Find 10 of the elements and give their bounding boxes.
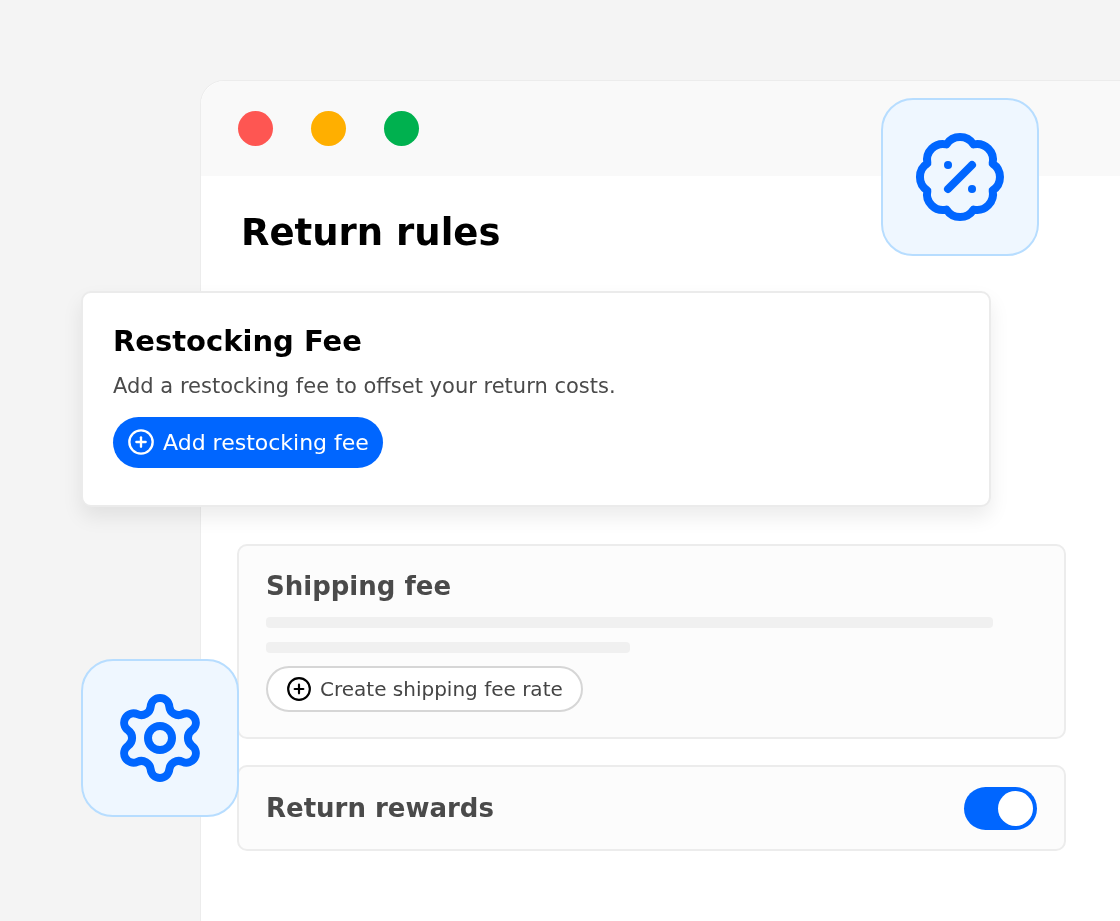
- plus-circle-icon: [127, 428, 155, 457]
- page-title: Return rules: [241, 211, 501, 254]
- add-restocking-fee-button[interactable]: Add restocking fee: [113, 416, 383, 468]
- toggle-switch[interactable]: [964, 786, 1037, 830]
- card-description: Add a restocking fee to offset your return costs.: [113, 373, 617, 401]
- card-title: Restocking Fee: [113, 323, 363, 360]
- plus-circle-icon: [286, 675, 312, 702]
- card-title: Shipping fee: [266, 570, 453, 603]
- card-title: Return rewards: [266, 791, 494, 825]
- create-shipping-fee-button[interactable]: Create shipping fee rate: [266, 665, 583, 712]
